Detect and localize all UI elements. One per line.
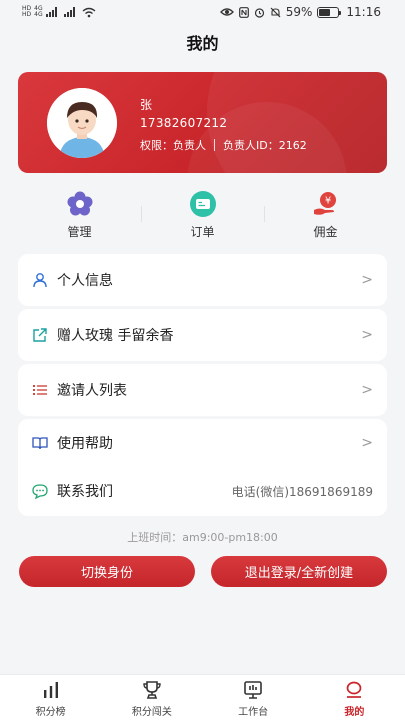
profile-card: 张 17382607212 权限：负责人 负责人ID：2162 xyxy=(18,72,387,173)
list-icon xyxy=(32,382,48,398)
avatar-icon xyxy=(47,88,117,158)
network-label-2: 4G xyxy=(34,11,43,18)
trophy-icon xyxy=(141,679,163,701)
menu-invitee-list[interactable]: 邀请人列表 > xyxy=(18,364,387,416)
tab-challenge-label: 积分闯关 xyxy=(131,707,172,718)
avatar[interactable] xyxy=(47,88,117,158)
menu-help-contact-group: 使用帮助 > 联系我们 电话(微信)18691869189 xyxy=(18,419,387,516)
tab-workbench-label: 工作台 xyxy=(238,707,269,718)
menu-contact-us[interactable]: 联系我们 电话(微信)18691869189 xyxy=(18,467,387,515)
yuan-hand-icon: ¥ xyxy=(312,190,340,218)
battery-percent: 59% xyxy=(285,5,313,19)
status-right: 59% 11:16 xyxy=(219,5,381,19)
tab-challenge[interactable]: 积分闯关 xyxy=(101,675,202,720)
quick-item-orders[interactable]: 订单 xyxy=(141,180,264,242)
share-icon xyxy=(32,327,48,343)
contact-us-label: 联系我们 xyxy=(57,484,113,500)
contact-phone[interactable]: 电话(微信)18691869189 xyxy=(232,483,373,500)
eye-icon xyxy=(219,8,234,16)
flower-icon xyxy=(66,190,94,218)
logout-button[interactable]: 退出登录/全新创建 xyxy=(211,556,387,587)
wifi-icon xyxy=(82,7,96,17)
menu-personal-info[interactable]: 个人信息 > xyxy=(18,254,387,306)
profile-icon xyxy=(343,679,365,701)
tab-workbench[interactable]: 工作台 xyxy=(203,675,304,720)
user-meta: 权限：负责人 负责人ID：2162 xyxy=(140,137,307,153)
page-title: 我的 xyxy=(186,34,219,53)
ticket-icon xyxy=(189,190,217,218)
tab-mine[interactable]: 我的 xyxy=(304,675,405,720)
quick-label-orders: 订单 xyxy=(190,225,215,239)
chat-bubble-icon xyxy=(32,483,48,499)
invitee-list-label: 邀请人列表 xyxy=(57,383,127,399)
book-icon xyxy=(32,435,48,451)
user-permission: 权限：负责人 xyxy=(140,139,206,152)
mute-icon xyxy=(270,7,281,17)
owner-id: 负责人ID：2162 xyxy=(223,139,307,152)
battery-icon xyxy=(317,6,342,18)
meta-divider xyxy=(214,139,215,151)
tab-leaderboard-label: 积分榜 xyxy=(35,707,66,718)
status-left: HD HD 4G 4G xyxy=(22,6,96,18)
tab-leaderboard[interactable]: 积分榜 xyxy=(0,675,101,720)
chevron-right-icon: > xyxy=(361,327,373,343)
menu-gift-roses[interactable]: 赠人玫瑰 手留余香 > xyxy=(18,309,387,361)
battery-fill xyxy=(319,8,331,16)
gift-roses-label: 赠人玫瑰 手留余香 xyxy=(57,328,174,344)
workbench-icon xyxy=(242,679,264,701)
quick-label-commission: 佣金 xyxy=(313,225,338,239)
person-icon xyxy=(32,272,48,288)
alarm-icon xyxy=(254,7,264,18)
svg-text:¥: ¥ xyxy=(324,196,330,207)
quick-item-manage[interactable]: 管理 xyxy=(18,180,141,242)
clock: 11:16 xyxy=(346,5,381,19)
tab-mine-label: 我的 xyxy=(344,707,365,718)
personal-info-label: 个人信息 xyxy=(57,273,113,289)
work-hours: 上班时间：am9:00-pm18:00 xyxy=(127,531,278,544)
quick-label-manage: 管理 xyxy=(67,225,92,239)
quick-item-commission[interactable]: ¥ 佣金 xyxy=(264,180,387,242)
chevron-right-icon: > xyxy=(361,435,373,451)
quick-menu: 管理 订单 ¥ 佣金 xyxy=(18,180,387,242)
help-label: 使用帮助 xyxy=(57,436,113,452)
signal-icon-2 xyxy=(63,7,75,17)
nfc-icon xyxy=(238,6,249,18)
bar-chart-icon xyxy=(40,679,62,701)
switch-identity-button[interactable]: 切换身份 xyxy=(19,556,195,587)
chevron-right-icon: > xyxy=(361,272,373,288)
chevron-right-icon: > xyxy=(361,382,373,398)
user-name: 张 xyxy=(140,98,153,112)
tab-bar: 积分榜 积分闯关 工作台 我的 xyxy=(0,674,405,720)
hd-label-2: HD xyxy=(22,11,32,18)
user-phone: 17382607212 xyxy=(140,116,228,130)
network-badges: 4G 4G xyxy=(34,6,42,18)
menu-help[interactable]: 使用帮助 > xyxy=(18,419,387,467)
signal-icon xyxy=(45,7,57,17)
hd-badges: HD HD xyxy=(22,6,31,18)
status-bar: HD HD 4G 4G 59% 11:16 xyxy=(0,0,405,24)
